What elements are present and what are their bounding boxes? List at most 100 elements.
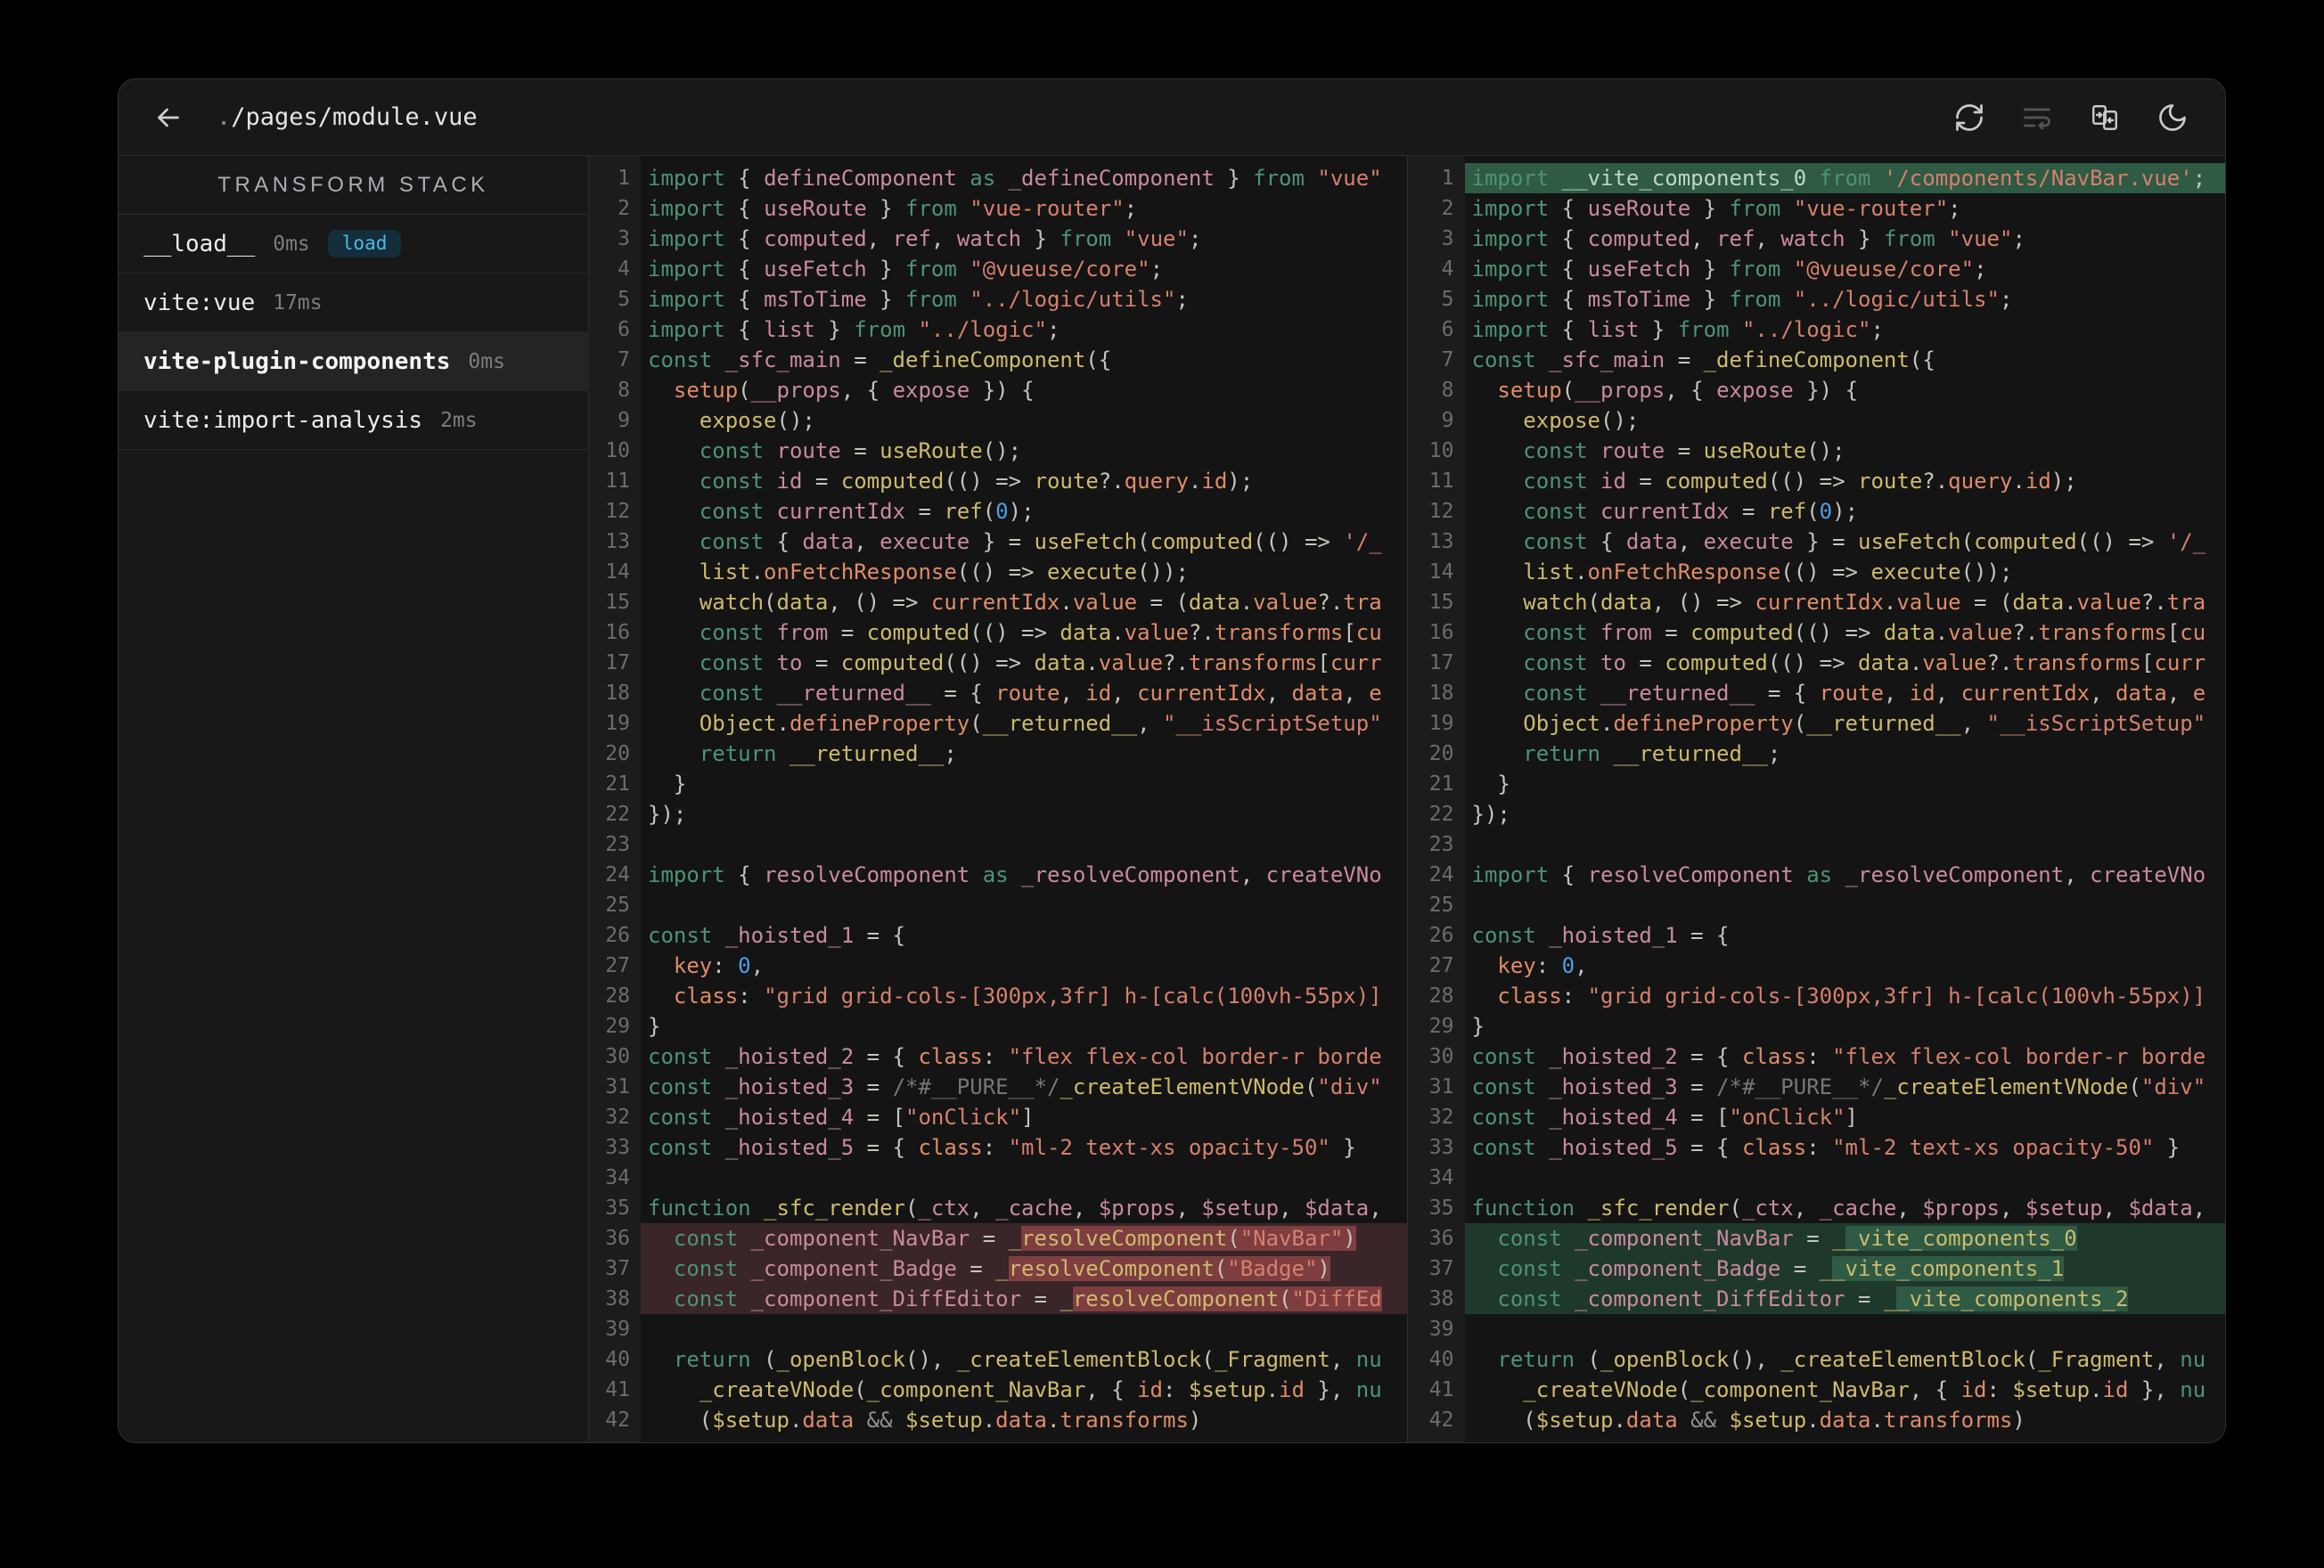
code-token: ; — [1948, 196, 1961, 221]
code-token: ( — [2128, 1074, 2141, 1099]
code-token: const — [1471, 1074, 1536, 1099]
side-by-side-diff-icon[interactable] — [2088, 101, 2122, 135]
code-line-content: const _hoisted_3 = /*#__PURE__*/_createE… — [1465, 1072, 2226, 1102]
code-line-content — [641, 1163, 1407, 1193]
code-token: _cache — [995, 1196, 1073, 1221]
sidebar-item-vite-vue[interactable]: vite:vue 17ms — [119, 274, 588, 332]
code-token: transforms — [2038, 620, 2167, 645]
code-token: "vue-router" — [956, 196, 1125, 221]
code-line: 32 const _hoisted_4 = ["onClick"] — [589, 1102, 1407, 1132]
sidebar-item-vite-import-analysis[interactable]: vite:import-analysis 2ms — [119, 391, 588, 450]
code-token: (), — [1729, 1347, 1781, 1372]
code-pane-before[interactable]: 1 import { defineComponent as _defineComp… — [589, 156, 1407, 1442]
code-token: setup — [673, 378, 739, 403]
code-token: route — [1034, 469, 1099, 494]
back-button[interactable] — [152, 102, 184, 134]
code-token: $setup — [2012, 1377, 2091, 1402]
code-token: "div" — [1317, 1074, 1382, 1099]
line-number: 5 — [1441, 288, 1454, 311]
code-token: . — [1085, 650, 1099, 675]
code-token: ()); — [1137, 559, 1189, 584]
line-number: 3 — [618, 227, 630, 250]
word-wrap-icon[interactable] — [2020, 101, 2054, 135]
refresh-icon[interactable] — [1952, 101, 1986, 135]
line-number: 15 — [605, 591, 630, 614]
code-token: class — [1497, 984, 1562, 1009]
line-number: 7 — [618, 348, 630, 372]
code-token: '/components/NavBar.vue' — [1883, 166, 2193, 191]
code-token: value — [1948, 620, 2013, 645]
code-token: from — [905, 196, 957, 221]
code-token: . — [1111, 620, 1125, 645]
code-token: _createElementVNode — [1883, 1074, 2129, 1099]
code-line-content: import { useFetch } from "@vueuse/core"; — [641, 254, 1407, 284]
code-token: ( — [1214, 1256, 1228, 1281]
code-token: list — [699, 559, 751, 584]
code-token: data — [1625, 1408, 1678, 1433]
code-token: const — [1471, 1044, 1536, 1069]
code-token: key — [673, 953, 713, 978]
code-token: expose — [699, 408, 777, 433]
code-token: useFetch — [764, 257, 867, 282]
code-token: from — [1806, 166, 1884, 191]
sidebar-item--load-[interactable]: __load__ 0ms load — [119, 215, 588, 274]
code-line-content: const _component_DiffEditor = _resolveCo… — [641, 1284, 1407, 1314]
line-number: 13 — [605, 530, 630, 553]
code-line: 24 import { resolveComponent as _resolveC… — [589, 860, 1407, 890]
code-token: id — [2025, 469, 2051, 494]
code-token: cu — [1355, 620, 1382, 645]
code-token: ref — [1767, 499, 1807, 524]
code-line: 41 _createVNode(_component_NavBar, { id:… — [589, 1375, 1407, 1405]
code-token: currentIdx — [776, 499, 906, 524]
code-token: ; — [1999, 287, 2013, 312]
code-token: _hoisted_3 — [724, 1074, 855, 1099]
code-line-content: _createVNode(_component_NavBar, { id: $s… — [1465, 1375, 2226, 1405]
line-number: 41 — [605, 1378, 630, 1401]
code-pane-after[interactable]: 1 import __vite_components_0 from '/compo… — [1406, 156, 2226, 1442]
code-token: query — [1948, 469, 2013, 494]
back-icon — [152, 102, 184, 134]
code-token: _sfc_main — [1549, 347, 1665, 372]
sidebar-item-vite-plugin-components[interactable]: vite-plugin-components 0ms — [119, 332, 588, 391]
code-token: , — [1935, 681, 1961, 706]
dark-mode-moon-icon[interactable] — [2156, 101, 2189, 135]
code-token: const — [1523, 438, 1588, 463]
code-token: '/_ — [1343, 529, 1382, 554]
code-token: (() => — [944, 650, 1035, 675]
code-token: = — [1780, 1256, 1820, 1281]
code-token: data — [1060, 620, 1112, 645]
code-token: ?. — [1922, 469, 1949, 494]
code-token: }) { — [1793, 378, 1859, 403]
code-token: , () => — [828, 590, 931, 615]
code-token: data — [1291, 681, 1344, 706]
code-token: import — [1471, 166, 1550, 191]
code-token: _ctx — [918, 1196, 970, 1221]
code-token: _openBlock — [1600, 1347, 1730, 1372]
code-token: { — [724, 196, 765, 221]
line-number: 28 — [605, 984, 630, 1008]
code-token: { — [724, 257, 765, 282]
code-token: { — [764, 529, 803, 554]
code-line: 9 expose(); — [589, 405, 1407, 436]
code-token: const — [1471, 347, 1536, 372]
code-token: }); — [648, 802, 687, 827]
code-token: : — [1535, 953, 1562, 978]
code-token: "@vueuse/core" — [956, 257, 1150, 282]
line-number: 17 — [605, 651, 630, 674]
code-line: 40 return (_openBlock(), _createElementB… — [589, 1344, 1407, 1375]
code-line-content: const __returned__ = { route, id, curren… — [641, 678, 1407, 708]
code-token: import — [648, 226, 725, 251]
code-line-content: const _component_DiffEditor = __vite_com… — [1464, 1284, 2225, 1314]
line-number: 39 — [1428, 1318, 1454, 1341]
